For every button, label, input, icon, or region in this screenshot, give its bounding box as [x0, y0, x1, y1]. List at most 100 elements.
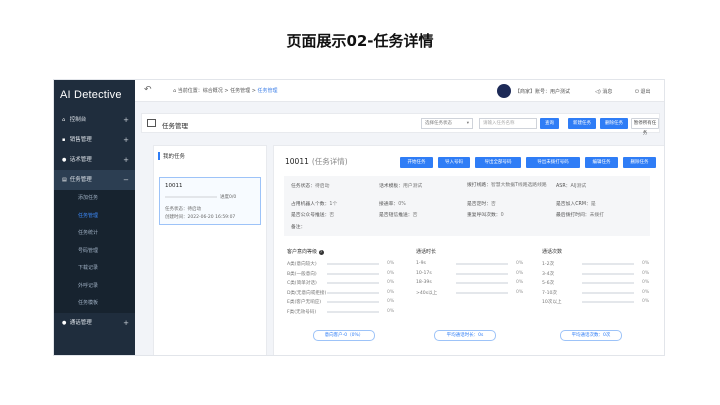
sidebar-item-dashboard[interactable]: ⌂ 控制台 + [54, 110, 135, 130]
stat-heading: 客户意向等级 ? [287, 249, 324, 255]
sidebar-subitem-add-task[interactable]: 添加任务 [54, 190, 135, 208]
app-logo: AI Detective [60, 89, 122, 101]
task-detail-subtitle: (任务详情) [311, 157, 348, 166]
stat-bar [327, 291, 379, 294]
task-created: 创建时间：2022-06-20 16:59:07 [165, 215, 236, 220]
sidebar-subitem-downloads[interactable]: 下载记录 [54, 260, 135, 278]
task-card[interactable]: 10011 进度0/0 任务状态：待启动 创建时间：2022-06-20 16:… [159, 177, 261, 225]
search-button[interactable]: 查询 [540, 118, 559, 129]
new-task-button[interactable]: 新建任务 [568, 118, 596, 129]
top-bar: ↶ ⌂ 当前位置：综合概况 > 任务管理 > 任务管理 【商家】账号：用户测试 … [135, 80, 664, 102]
stat-bar [582, 282, 634, 284]
stat-bar [582, 301, 634, 303]
task-status-select[interactable]: 选择任务状态 ▾ [421, 118, 473, 129]
info-scheduled: 是否定时：否 [467, 202, 496, 207]
avatar[interactable] [497, 84, 511, 98]
stat-bar [327, 272, 379, 275]
microphone-icon: ● [62, 157, 67, 163]
messages-link[interactable]: ◁) 消息 [595, 88, 612, 95]
user-account[interactable]: 【商家】账号：用户测试 [515, 88, 570, 95]
stat-row: 3-4次 0% [542, 270, 650, 277]
sidebar-item-label: 话术管理 [69, 157, 92, 163]
page-icon [147, 119, 156, 127]
sidebar-subitem-numbers[interactable]: 号码管理 [54, 242, 135, 260]
stat-row: B类(一般意向) 0% [287, 270, 395, 277]
import-numbers-button[interactable]: 导入号码 [438, 157, 470, 168]
question-icon: ? [318, 250, 324, 255]
stat-bar [582, 291, 634, 294]
sidebar-item-calls[interactable]: ● 通话管理 + [54, 313, 135, 333]
page-header: 任务管理 选择任务状态 ▾ 请输入任务名称 查询 新建任务 删除任务 暂停所有任务 [141, 113, 660, 136]
stat-heading: 通话次数 [542, 249, 563, 255]
stat-row: D类(无意向或拒接) 0% [287, 289, 395, 296]
info-sms-push: 是否短信推送：否 [379, 213, 418, 218]
sidebar-item-sales[interactable]: ▪ 销售管理 + [54, 130, 135, 150]
sidebar-subitem-templates[interactable]: 任务模板 [54, 295, 135, 313]
stat-bar [327, 282, 379, 284]
stat-row: 1-9s 0% [416, 261, 524, 266]
stat-row: 10次以上 0% [542, 299, 650, 305]
stat-bar [327, 301, 379, 303]
info-remarks: 备注： [291, 225, 306, 230]
chevron-down-icon: ▾ [466, 121, 469, 126]
task-detail-panel: 10011 (任务详情) 开始任务 导入号码 导出全部号码 导出未拨打号码 编辑任… [273, 145, 664, 355]
start-task-button[interactable]: 开始任务 [400, 157, 433, 168]
info-robot-count: 占用机器人个数：1个 [291, 202, 338, 207]
task-detail-title: 10011 (任务详情) [285, 156, 348, 167]
task-info-box: 任务状态：待启动 话术模板：用户测试 拨打线路：智慧大数据T线路选路线路 ASR… [284, 176, 650, 236]
stat-row: 1-2次 0% [542, 261, 650, 267]
stat-row: 7-10次 0% [542, 289, 650, 296]
logout-link[interactable]: ⏻ 退出 [635, 88, 651, 95]
my-tasks-panel: 我的任务 10011 进度0/0 任务状态：待启动 创建时间：2022-06-2… [153, 145, 267, 355]
breadcrumb-current[interactable]: 任务管理 [258, 88, 278, 94]
task-search-input[interactable]: 请输入任务名称 [479, 118, 537, 129]
expand-icon: + [123, 116, 129, 124]
back-icon[interactable]: ↶ [144, 85, 152, 95]
stat-row: 10-17s 0% [416, 270, 524, 276]
export-undialed-button[interactable]: 导出未拨打号码 [526, 157, 580, 168]
intent-customers-button[interactable]: 意向客户-0（0%） [313, 330, 375, 341]
stat-row: 5-6次 0% [542, 280, 650, 286]
task-progress-label: 进度0/0 [220, 195, 237, 200]
delete-task-button[interactable]: 删除任务 [600, 118, 628, 129]
avg-call-count-button[interactable]: 平均通话次数：0次 [560, 330, 622, 341]
stat-row: 18-39s 0% [416, 280, 524, 285]
stat-heading: 通话时长 [416, 249, 437, 255]
expand-icon: + [123, 136, 129, 144]
info-redial-count: 重复呼叫次数：0 [467, 213, 504, 218]
sidebar-subitem-task-management[interactable]: 任务管理 [54, 207, 135, 225]
page-title: 任务管理 [162, 122, 188, 130]
collapse-icon: − [123, 176, 129, 184]
task-id: 10011 [285, 157, 309, 166]
stat-row: F类(无效号码) 0% [287, 308, 395, 315]
edit-task-button[interactable]: 编辑任务 [585, 157, 618, 168]
sidebar-subitem-task-stats[interactable]: 任务统计 [54, 225, 135, 243]
sidebar-subitem-call-records[interactable]: 外呼记录 [54, 277, 135, 295]
stat-bar [456, 263, 508, 265]
delete-detail-task-button[interactable]: 删除任务 [623, 157, 656, 168]
task-status: 任务状态：待启动 [165, 207, 201, 212]
task-name: 10011 [165, 183, 183, 189]
task-progress-bar [165, 196, 217, 198]
sidebar-item-scripts[interactable]: ● 话术管理 + [54, 150, 135, 170]
stat-bar [582, 263, 634, 265]
expand-icon: + [123, 156, 129, 164]
info-task-status: 任务状态：待启动 [291, 184, 330, 189]
slide-title: 页面展示02-任务详情 [286, 32, 434, 50]
stat-row: C类(简单对话) 0% [287, 280, 395, 286]
info-wechat-push: 是否公众号推送：否 [291, 213, 335, 218]
stat-bar [327, 263, 379, 265]
info-script-template: 话术模板：用户测试 [379, 184, 423, 189]
tasks-icon: ▤ [62, 177, 67, 183]
stat-row: >40s以上 0% [416, 289, 524, 296]
export-all-numbers-button[interactable]: 导出全部号码 [475, 157, 521, 168]
sidebar-item-tasks[interactable]: ▤ 任务管理 − [54, 170, 135, 190]
avg-call-duration-button[interactable]: 平均通话时长：0s [434, 330, 496, 341]
stat-bar [327, 310, 379, 313]
pause-all-button[interactable]: 暂停所有任务 [631, 118, 659, 136]
app-window: AI Detective ⌂ 控制台 + ▪ 销售管理 + ● 话术管理 + ▤ 任务… [53, 79, 665, 356]
stat-bar [582, 272, 634, 275]
info-last-dial: 最后拨打时间：未拨打 [556, 213, 604, 218]
stat-row: E类(客户无响应) 0% [287, 299, 395, 305]
info-connect-rate: 接通率：0% [379, 202, 406, 207]
